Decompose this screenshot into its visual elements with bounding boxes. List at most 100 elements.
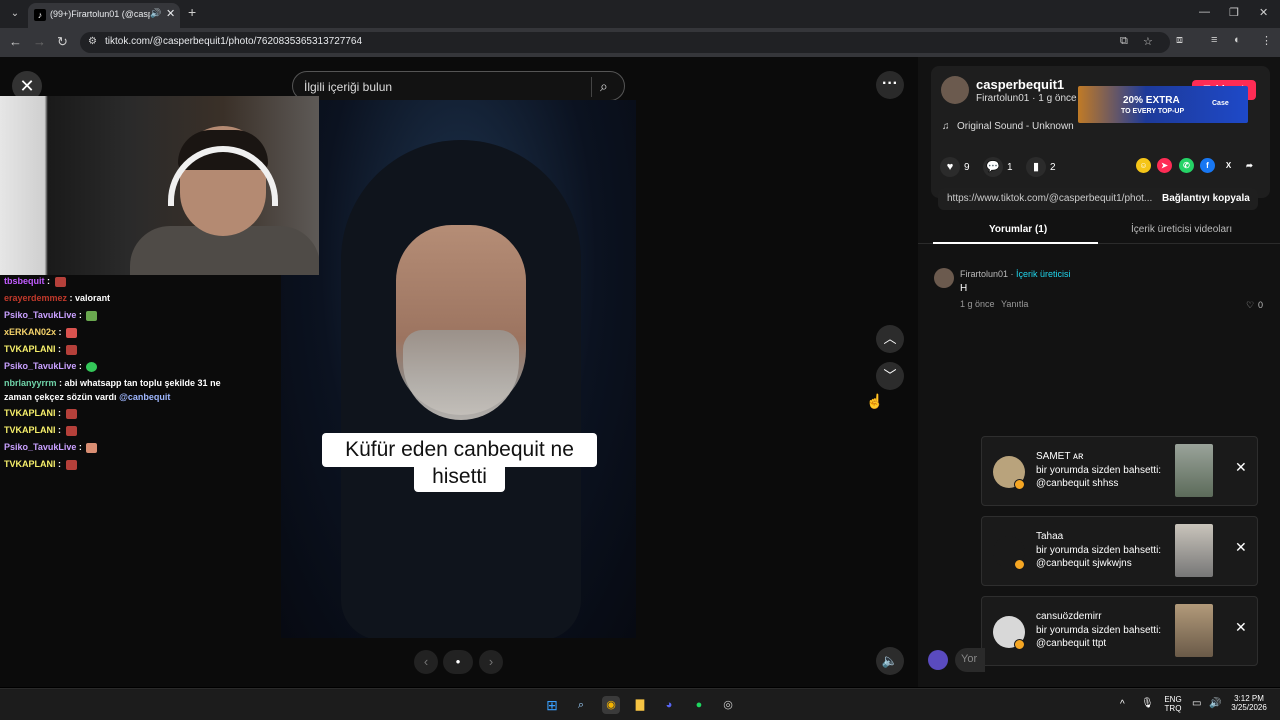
- notification-name: cansuözdemirr: [1036, 611, 1102, 622]
- emote-icon: [65, 344, 77, 355]
- restore-icon[interactable]: ❐: [1229, 6, 1239, 19]
- volume-tray-icon[interactable]: 🔊: [1209, 698, 1221, 709]
- chat-mention: @canbequit: [119, 392, 171, 402]
- chrome-icon[interactable]: ◉: [602, 696, 620, 714]
- share-arrow-icon[interactable]: ➦: [1242, 158, 1257, 173]
- search-placeholder[interactable]: İlgili içeriği bulun: [304, 80, 392, 94]
- previous-post-button[interactable]: ︿: [876, 325, 904, 353]
- x-icon[interactable]: X: [1221, 158, 1236, 173]
- extensions-icon[interactable]: ⧈: [1176, 34, 1183, 47]
- chat-message-continued: zaman çekçez sözün vardı @canbequit: [4, 392, 170, 402]
- windows-start-icon[interactable]: ⊞: [543, 696, 561, 714]
- comment-bubble-icon[interactable]: 💬: [983, 157, 1003, 177]
- tab-title: (99+)Firartolun01 (@caspe: [50, 9, 150, 19]
- next-slide-button[interactable]: ›: [479, 650, 503, 674]
- user-avatar[interactable]: [928, 650, 948, 670]
- embed-icon[interactable]: ☺: [1136, 158, 1151, 173]
- notification-mention: @canbequit sjwkwjns: [1036, 558, 1132, 569]
- comment-input-placeholder[interactable]: Yor: [961, 653, 977, 665]
- comment-heart-icon[interactable]: ♡: [1246, 300, 1254, 311]
- comment-input[interactable]: Yor: [955, 648, 985, 672]
- comment-author[interactable]: Firartolun01 · İçerik üreticisi: [960, 269, 1071, 279]
- mention-notification[interactable]: cansuözdemirr bir yorumda sizden bahsett…: [981, 596, 1258, 666]
- close-notification-icon[interactable]: ✕: [1235, 539, 1247, 556]
- chat-message: Psiko_TavukLive :: [4, 310, 98, 321]
- site-info-icon[interactable]: ⚙: [88, 36, 97, 47]
- notification-badge-icon: [1014, 639, 1025, 650]
- minimize-icon[interactable]: —: [1199, 6, 1210, 18]
- search-box[interactable]: İlgili içeriği bulun ⌕: [292, 71, 625, 101]
- chat-message: nbrlanyyrrm : abi whatsapp tan toplu şek…: [4, 378, 221, 388]
- like-heart-icon[interactable]: ♥: [940, 157, 960, 177]
- speaker-icon[interactable]: 🔊: [150, 8, 161, 19]
- reload-icon[interactable]: ↻: [57, 34, 68, 50]
- new-tab-icon[interactable]: +: [188, 4, 196, 20]
- bookmark-star-icon[interactable]: ☆: [1143, 35, 1153, 48]
- tab-active-indicator: [933, 242, 1098, 244]
- forward-icon[interactable]: →: [33, 34, 46, 49]
- tab-search-menu-icon[interactable]: ⌄: [6, 5, 24, 23]
- cast-icon[interactable]: ⧉: [1120, 35, 1128, 48]
- reading-list-icon[interactable]: ≡: [1211, 34, 1217, 46]
- emote-icon: [65, 425, 77, 436]
- browser-tab[interactable]: ♪ (99+)Firartolun01 (@caspe 🔊 ✕: [28, 3, 180, 28]
- emote-icon: [65, 459, 77, 470]
- stream-chat-overlay: tbsbequit : erayerdemmez : valorant Psik…: [0, 275, 281, 475]
- more-options-button[interactable]: ···: [876, 71, 904, 99]
- bookmark-icon[interactable]: ▮: [1026, 157, 1046, 177]
- post-link[interactable]: https://www.tiktok.com/@casperbequit1/ph…: [947, 193, 1152, 204]
- copy-link-button[interactable]: Bağlantıyı kopyala: [1162, 193, 1250, 204]
- browser-menu-icon[interactable]: ⋮: [1261, 34, 1272, 47]
- comment-like-count: 0: [1258, 300, 1264, 310]
- close-notification-icon[interactable]: ✕: [1235, 619, 1247, 636]
- sound-name[interactable]: Original Sound - Unknown: [957, 121, 1074, 132]
- close-tab-icon[interactable]: ✕: [166, 7, 175, 20]
- tab-creator-videos[interactable]: İçerik üreticisi videoları: [1131, 224, 1232, 235]
- send-icon[interactable]: ➤: [1157, 158, 1172, 173]
- facebook-icon[interactable]: f: [1200, 158, 1215, 173]
- comment-author-name[interactable]: Firartolun01: [960, 269, 1008, 279]
- taskbar-search-icon[interactable]: ⌕: [572, 696, 590, 714]
- mention-notification[interactable]: Tahaa bir yorumda sizden bahsetti: @canb…: [981, 516, 1258, 586]
- volume-button[interactable]: 🔈: [876, 647, 904, 675]
- chat-message: xERKAN02x :: [4, 327, 78, 338]
- notification-badge-icon: [1014, 479, 1025, 490]
- display-icon[interactable]: ▭: [1192, 698, 1201, 709]
- clock[interactable]: 3:12 PM 3/25/2026: [1228, 694, 1270, 712]
- notification-name: SAMET ᴀʀ: [1036, 451, 1084, 462]
- discord-icon[interactable]: ◕: [660, 696, 678, 714]
- profile-avatar[interactable]: ◐: [1234, 34, 1241, 46]
- whatsapp-icon[interactable]: ✆: [1179, 158, 1194, 173]
- chat-user: TVKAPLANI: [4, 425, 56, 435]
- mention-notification[interactable]: SAMET ᴀʀ bir yorumda sizden bahsetti: @c…: [981, 436, 1258, 506]
- clock-time: 3:12 PM: [1234, 694, 1264, 703]
- chat-user: TVKAPLANI: [4, 344, 56, 354]
- creator-username[interactable]: casperbequit1: [976, 77, 1064, 92]
- tray-overflow-icon[interactable]: ^: [1120, 699, 1125, 710]
- chat-user: TVKAPLANI: [4, 459, 56, 469]
- search-icon[interactable]: ⌕: [600, 78, 608, 95]
- chat-user: erayerdemmez: [4, 293, 68, 303]
- back-icon[interactable]: ←: [9, 34, 22, 49]
- spotify-icon[interactable]: ●: [690, 696, 708, 714]
- tab-comments[interactable]: Yorumlar (1): [989, 224, 1047, 235]
- creator-avatar[interactable]: [941, 76, 969, 104]
- url-text[interactable]: tiktok.com/@casperbequit1/photo/76208353…: [105, 36, 362, 47]
- address-bar[interactable]: ⚙ tiktok.com/@casperbequit1/photo/762083…: [80, 32, 1170, 53]
- post-subline: Firartolun01 · 1 g önce: [976, 93, 1077, 104]
- file-explorer-icon[interactable]: ▇: [631, 696, 649, 714]
- app-icon[interactable]: ◎: [719, 696, 737, 714]
- next-post-button[interactable]: ﹀: [876, 362, 904, 390]
- window-close-icon[interactable]: ✕: [1259, 6, 1268, 19]
- language-indicator[interactable]: ENG TRQ: [1163, 695, 1183, 713]
- creator-badge: İçerik üreticisi: [1016, 269, 1071, 279]
- prev-slide-button[interactable]: ‹: [414, 650, 438, 674]
- chat-message: TVKAPLANI :: [4, 425, 77, 436]
- reply-button[interactable]: Yanıtla: [1001, 299, 1028, 309]
- ad-subline: TO EVERY TOP-UP: [1121, 108, 1185, 115]
- microphone-icon[interactable]: 🎙: [1141, 698, 1154, 709]
- post-details-panel: [918, 57, 1280, 687]
- comment-avatar[interactable]: [934, 268, 954, 288]
- close-notification-icon[interactable]: ✕: [1235, 459, 1247, 476]
- ad-banner[interactable]: 20% EXTRA TO EVERY TOP-UP Case: [1078, 86, 1248, 123]
